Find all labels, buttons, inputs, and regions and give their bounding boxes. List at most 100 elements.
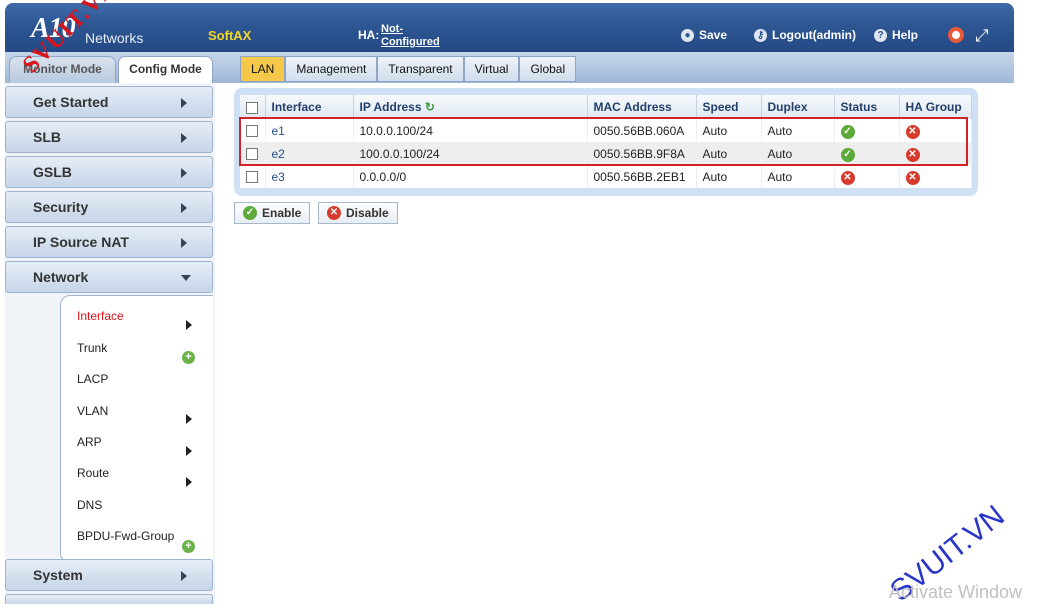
lan-tabs: LAN Management Transparent Virtual Globa… [240,56,577,82]
tab-virtual[interactable]: Virtual [463,56,520,82]
key-icon: ⚷ [754,28,767,42]
add-icon[interactable]: + [182,540,195,553]
table-row[interactable]: e3 0.0.0.0/0 0050.56BB.2EB1 Auto Auto ✕ … [240,165,972,188]
duplex-cell: Auto [761,142,835,165]
col-status[interactable]: Status [834,95,900,119]
sidebar-item-get-started[interactable]: Get Started [5,86,213,118]
sidebar-item-more[interactable] [5,594,213,604]
activate-windows-text: Activate Window [889,582,1023,602]
ha-cell: ✕ [899,119,972,142]
status-cell: ✕ [834,165,900,188]
chevron-right-icon [181,98,187,108]
table-row[interactable]: e1 10.0.0.100/24 0050.56BB.060A Auto Aut… [240,119,972,142]
sidebar-item-network[interactable]: Network [5,261,213,293]
help-icon: ? [874,28,887,42]
row-checkbox[interactable] [246,171,258,184]
disable-button[interactable]: ✕ Disable [318,202,398,224]
submenu-vlan[interactable]: VLAN [77,404,108,418]
select-all-checkbox[interactable] [246,101,258,114]
submenu-trunk[interactable]: Trunk [77,341,107,355]
submenu-dns[interactable]: DNS [77,498,102,512]
sidebar: Get Started SLB GSLB Security IP Source … [5,83,215,604]
chevron-right-icon[interactable] [186,414,192,424]
save-button[interactable]: ● Save [681,28,727,42]
ha-cell: ✕ [899,142,972,165]
col-speed[interactable]: Speed [696,95,762,119]
speed-cell: Auto [696,119,762,142]
config-mode-tab[interactable]: Config Mode [118,56,213,83]
sidebar-item-ip-source-nat[interactable]: IP Source NAT [5,226,213,258]
ha-label: HA: [358,28,380,42]
check-icon: ✓ [840,124,855,139]
chevron-right-icon[interactable] [186,446,192,456]
submenu-lacp[interactable]: LACP [77,372,108,386]
sidebar-item-system[interactable]: System [5,559,213,591]
tab-transparent[interactable]: Transparent [377,56,464,82]
chevron-right-icon[interactable] [186,477,192,487]
col-duplex[interactable]: Duplex [761,95,835,119]
ha-cell: ✕ [899,165,972,188]
save-icon: ● [681,28,694,42]
row-select-cell [240,165,266,188]
logo-subtitle: Networks [85,30,144,46]
chevron-right-icon [181,238,187,248]
interface-cell: e2 [265,142,354,165]
tab-lan[interactable]: LAN [240,56,286,82]
table-row[interactable]: e2 100.0.0.100/24 0050.56BB.9F8A Auto Au… [240,142,972,165]
check-icon: ✓ [840,147,855,162]
tab-global[interactable]: Global [519,56,577,82]
col-mac-address[interactable]: MAC Address [587,95,697,119]
duplex-cell: Auto [761,119,835,142]
row-checkbox[interactable] [246,125,258,138]
interface-link[interactable]: e3 [272,170,285,184]
interface-cell: e3 [265,165,354,188]
interface-table: Interface IP Address ↻ MAC Address Speed… [240,95,972,188]
x-icon: ✕ [905,147,920,162]
mac-cell: 0050.56BB.2EB1 [587,165,697,188]
table-header-row: Interface IP Address ↻ MAC Address Speed… [240,95,972,119]
add-icon[interactable]: + [182,351,195,364]
product-name: SoftAX [208,28,252,43]
sidebar-item-gslb[interactable]: GSLB [5,156,213,188]
fullscreen-icon[interactable]: ⤢ [975,26,989,46]
help-button[interactable]: ? Help [874,28,918,42]
col-ip-address[interactable]: IP Address ↻ [353,95,588,119]
status-cell: ✓ [834,119,900,142]
tab-management[interactable]: Management [285,56,378,82]
sidebar-item-slb[interactable]: SLB [5,121,213,153]
check-icon: ✓ [243,206,257,220]
sidebar-item-security[interactable]: Security [5,191,213,223]
select-all-cell [240,95,266,119]
interface-link[interactable]: e2 [272,147,285,161]
submenu-interface[interactable]: Interface [77,309,124,323]
refresh-icon[interactable]: ↻ [425,100,435,114]
speed-cell: Auto [696,142,762,165]
col-ha-group[interactable]: HA Group [899,95,972,119]
submenu-arp[interactable]: ARP [77,435,102,449]
mac-cell: 0050.56BB.060A [587,119,697,142]
row-select-cell [240,119,266,142]
x-icon: ✕ [905,170,920,185]
network-submenu: Interface Trunk + LACP VLAN ARP Route DN… [60,295,213,563]
status-cell: ✓ [834,142,900,165]
top-header: A10 Networks SoftAX HA: Not- Configured ●… [5,3,1014,52]
enable-button[interactable]: ✓ Enable [234,202,311,224]
row-select-cell [240,142,266,165]
chevron-right-icon [181,571,187,581]
submenu-bpdu-fwd-group[interactable]: BPDU-Fwd-Group [77,529,174,543]
interface-link[interactable]: e1 [272,124,285,138]
interface-cell: e1 [265,119,354,142]
ha-status-link[interactable]: Not- Configured [381,23,440,49]
duplex-cell: Auto [761,165,835,188]
col-interface[interactable]: Interface [265,95,354,119]
ip-cell: 10.0.0.100/24 [353,119,588,142]
row-checkbox[interactable] [246,148,258,161]
submenu-route[interactable]: Route [77,466,109,480]
x-icon: ✕ [840,170,855,185]
chevron-right-icon[interactable] [186,320,192,330]
logout-button[interactable]: ⚷ Logout(admin) [754,28,856,42]
x-icon: ✕ [327,206,341,220]
support-icon[interactable] [948,27,964,43]
mac-cell: 0050.56BB.9F8A [587,142,697,165]
chevron-right-icon [181,203,187,213]
